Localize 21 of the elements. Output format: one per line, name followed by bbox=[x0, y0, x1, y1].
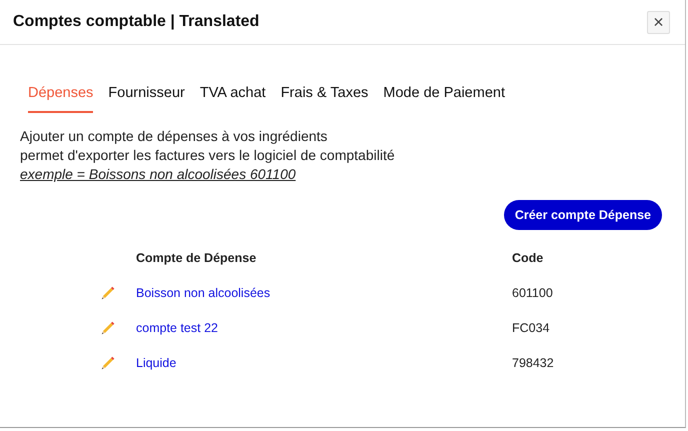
description-text: Ajouter un compte de dépenses à vos ingrédients bbox=[20, 128, 328, 144]
pencil-icon[interactable] bbox=[100, 284, 116, 300]
account-code: 601100 bbox=[512, 286, 553, 300]
pencil-icon[interactable] bbox=[100, 320, 116, 336]
pencil-icon[interactable] bbox=[100, 354, 116, 370]
example-text: exemple = Boissons non alcoolisées 601100 bbox=[20, 165, 296, 184]
tab[interactable]: Mode de Paiement bbox=[383, 85, 505, 113]
dialog-title: Comptes comptable | Translated bbox=[13, 13, 260, 31]
tab[interactable]: Frais & Taxes bbox=[280, 85, 368, 113]
column-header: Code bbox=[512, 250, 544, 264]
account-code: FC034 bbox=[512, 320, 550, 334]
column-header: Compte de Dépense bbox=[136, 250, 256, 264]
account-link[interactable]: compte test 22 bbox=[136, 320, 218, 334]
account-link[interactable]: Boisson non alcoolisées bbox=[136, 286, 270, 300]
close-button[interactable]: × bbox=[647, 10, 670, 34]
description-text: permet d'exporter les factures vers le logiciel de comptabilité bbox=[20, 147, 395, 163]
create-account-button[interactable]: Créer compte Dépense bbox=[504, 200, 662, 230]
tab[interactable]: Fournisseur bbox=[108, 85, 185, 113]
account-link[interactable]: Liquide bbox=[136, 356, 176, 370]
account-code: 798432 bbox=[512, 356, 554, 370]
tab[interactable]: TVA achat bbox=[200, 85, 266, 113]
